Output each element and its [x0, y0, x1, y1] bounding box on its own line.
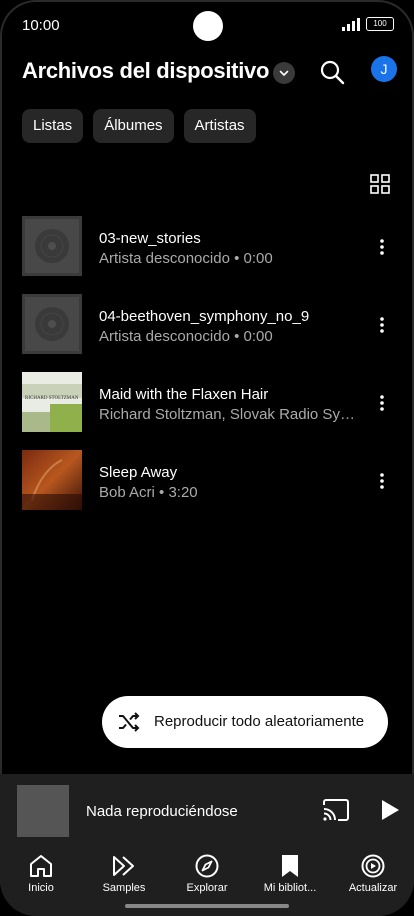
song-title: Maid with the Flaxen Hair	[99, 386, 269, 403]
album-cover	[22, 450, 82, 510]
nav-actualizar[interactable]: Actualizar	[332, 854, 414, 894]
chevron-down-icon	[279, 70, 289, 76]
sleep-away-cover-art	[22, 450, 82, 510]
cast-icon[interactable]	[322, 798, 350, 822]
song-list: 03-new_stories Artista desconocido • 0:0…	[0, 216, 414, 528]
search-icon[interactable]	[318, 58, 346, 86]
compass-icon	[195, 854, 219, 878]
disc-thumbnail	[22, 216, 82, 276]
home-icon	[30, 855, 52, 877]
song-title: Sleep Away	[99, 464, 178, 481]
list-item[interactable]: RICHARD STOLTZMAN Maid with the Flaxen H…	[0, 372, 414, 450]
cover-text: RICHARD STOLTZMAN	[25, 396, 79, 401]
avatar[interactable]: J	[371, 56, 397, 82]
mini-player-title: Nada reproduciéndose	[86, 803, 238, 820]
nav-label: Inicio	[28, 882, 54, 894]
song-title: 04-beethoven_symphony_no_9	[99, 308, 310, 325]
album-cover: RICHARD STOLTZMAN	[22, 372, 82, 432]
song-subtitle: Artista desconocido • 0:00	[99, 250, 273, 267]
home-indicator[interactable]	[125, 904, 289, 908]
more-options-icon[interactable]	[374, 472, 390, 490]
chip-artistas[interactable]: Artistas	[183, 109, 256, 143]
more-options-icon[interactable]	[374, 238, 390, 256]
app-header: Archivos del dispositivo	[0, 52, 414, 94]
song-subtitle: Artista desconocido • 0:00	[99, 328, 273, 345]
disc-icon	[25, 297, 79, 351]
song-subtitle: Richard Stoltzman, Slovak Radio Symphony…	[99, 406, 357, 423]
play-icon[interactable]	[378, 798, 402, 822]
battery-icon: 100	[366, 17, 394, 31]
signal-icon	[342, 18, 360, 31]
shuffle-all-button[interactable]: Reproducir todo aleatoriamente	[102, 696, 388, 748]
nav-label: Explorar	[186, 882, 228, 894]
nav-inicio[interactable]: Inicio	[0, 854, 82, 894]
page-title: Archivos del dispositivo	[22, 58, 270, 83]
nav-explorar[interactable]: Explorar	[166, 854, 248, 894]
nav-samples[interactable]: Samples	[83, 854, 165, 894]
nav-mi-biblioteca[interactable]: Mi bibliot...	[249, 854, 331, 894]
chip-albumes[interactable]: Álbumes	[93, 109, 174, 143]
nav-label: Mi bibliot...	[263, 882, 317, 894]
list-item[interactable]: 03-new_stories Artista desconocido • 0:0…	[0, 216, 414, 294]
shuffle-all-label: Reproducir todo aleatoriamente	[154, 713, 365, 730]
disc-icon	[25, 219, 79, 273]
status-time: 10:00	[22, 17, 60, 34]
song-subtitle: Bob Acri • 3:20	[99, 484, 198, 501]
camera-cutout	[193, 11, 223, 41]
stoltzman-cover-art: RICHARD STOLTZMAN	[22, 372, 82, 432]
nav-label: Samples	[102, 882, 146, 894]
list-item[interactable]: Sleep Away Bob Acri • 3:20	[0, 450, 414, 528]
list-item[interactable]: 04-beethoven_symphony_no_9 Artista desco…	[0, 294, 414, 372]
mini-player[interactable]: Nada reproduciéndose	[0, 774, 414, 846]
upgrade-icon	[361, 854, 385, 878]
filter-chips: Listas Álbumes Artistas	[22, 109, 256, 143]
shuffle-icon	[119, 712, 140, 732]
more-options-icon[interactable]	[374, 394, 390, 412]
song-title: 03-new_stories	[99, 230, 201, 247]
bookmark-icon	[282, 855, 298, 877]
chip-listas[interactable]: Listas	[22, 109, 84, 143]
status-bar: 10:00 100	[0, 0, 414, 52]
samples-icon	[113, 856, 134, 876]
nav-label: Actualizar	[348, 882, 398, 894]
title-dropdown-button[interactable]	[273, 62, 295, 84]
phone-screen: 10:00 100 Archivos del dispositivo J Lis…	[0, 0, 414, 916]
more-options-icon[interactable]	[374, 316, 390, 334]
mini-player-artwork	[17, 785, 69, 837]
disc-thumbnail	[22, 294, 82, 354]
grid-view-icon[interactable]	[370, 174, 390, 194]
